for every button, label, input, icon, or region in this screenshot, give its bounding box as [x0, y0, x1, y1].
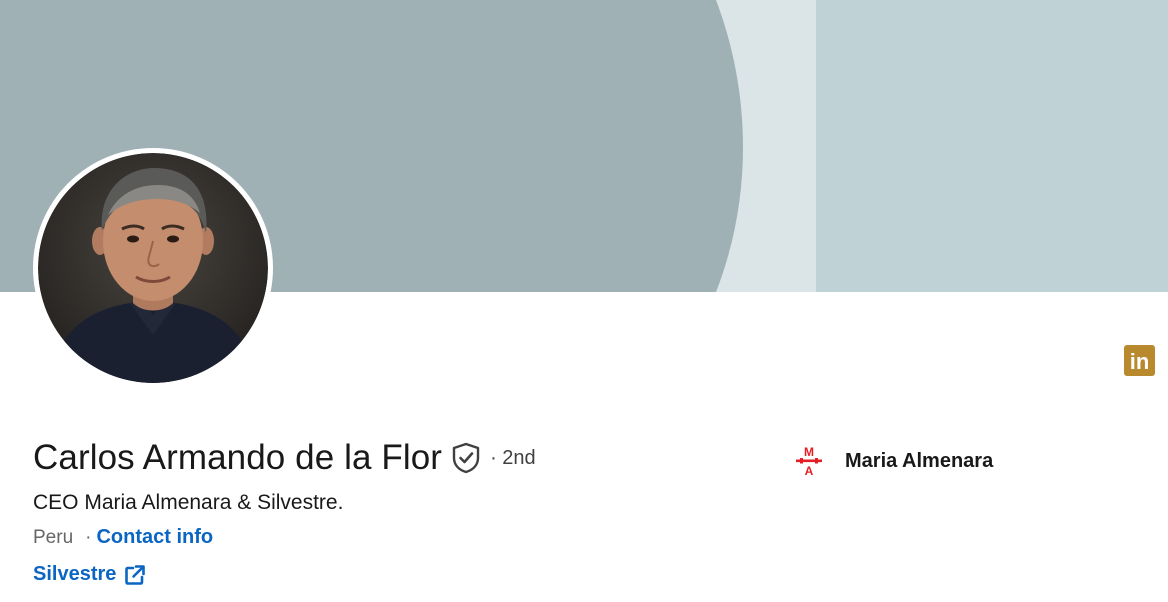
profile-name: Carlos Armando de la Flor [33, 438, 443, 477]
svg-text:A: A [805, 464, 814, 478]
contact-info-link[interactable]: Contact info [96, 526, 213, 549]
shield-check-icon [452, 442, 480, 474]
profile-location: Peru [33, 526, 74, 548]
verified-badge[interactable] [451, 442, 481, 474]
current-company[interactable]: M A Maria Almenara [794, 444, 993, 478]
external-link-icon [124, 564, 146, 586]
separator-dot: · [85, 526, 92, 548]
connection-degree: · 2nd [490, 446, 536, 469]
avatar-illustration [38, 153, 268, 383]
svg-text:M: M [804, 445, 814, 459]
premium-badge[interactable]: in [1124, 345, 1155, 376]
location-row: Peru · Contact info [33, 526, 213, 549]
website-link[interactable]: Silvestre [33, 563, 146, 586]
linkedin-in-icon: in [1130, 349, 1150, 374]
name-row: Carlos Armando de la Flor · 2nd [33, 438, 536, 478]
website-label: Silvestre [33, 563, 117, 585]
company-logo: M A [794, 444, 824, 478]
profile-photo[interactable] [33, 148, 273, 388]
company-name: Maria Almenara [845, 449, 994, 472]
profile-headline: CEO Maria Almenara & Silvestre. [33, 491, 344, 514]
svg-text:in: in [1130, 349, 1150, 374]
